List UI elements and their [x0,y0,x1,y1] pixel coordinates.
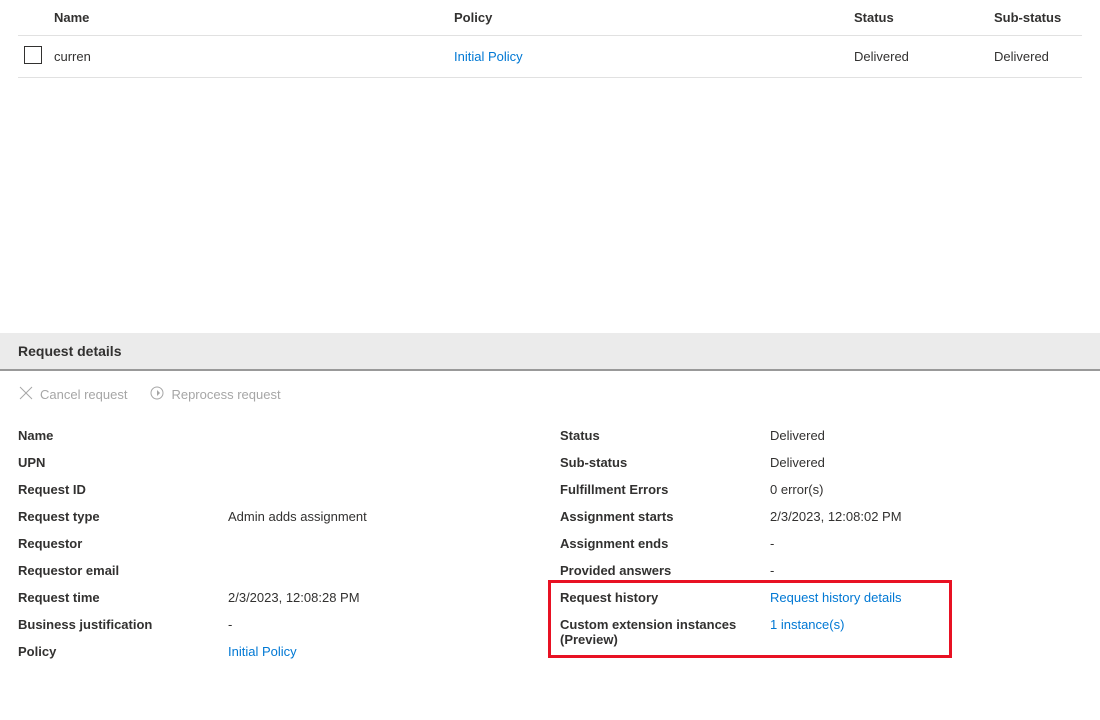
spacer [0,78,1100,333]
close-icon [18,385,34,404]
status-value: Delivered [770,428,1082,443]
request-time-label: Request time [18,590,228,605]
request-history-label: Request history [560,590,770,605]
substatus-label: Sub-status [560,455,770,470]
cancel-request-label: Cancel request [40,387,127,402]
assignment-starts-value: 2/3/2023, 12:08:02 PM [770,509,1082,524]
request-type-value: Admin adds assignment [228,509,540,524]
requestor-email-label: Requestor email [18,563,228,578]
reprocess-request-button: Reprocess request [149,385,280,404]
policy-label: Policy [18,644,228,659]
header-policy[interactable]: Policy [454,0,854,36]
custom-extension-label: Custom extension instances (Preview) [560,617,770,647]
cancel-request-button: Cancel request [18,385,127,404]
assignment-ends-value: - [770,536,1082,551]
fulfillment-errors-value: 0 error(s) [770,482,1082,497]
status-label: Status [560,428,770,443]
custom-extension-link[interactable]: 1 instance(s) [770,617,844,632]
row-name: curren [54,36,454,78]
table-row[interactable]: curren Initial Policy Delivered Delivere… [18,36,1082,78]
reprocess-request-label: Reprocess request [171,387,280,402]
row-policy-link[interactable]: Initial Policy [454,49,523,64]
request-id-value [228,482,540,497]
upn-label: UPN [18,455,228,470]
name-value [228,428,540,443]
requestor-value [228,536,540,551]
provided-answers-value: - [770,563,1082,578]
header-substatus[interactable]: Sub-status [994,0,1082,36]
header-status[interactable]: Status [854,0,994,36]
business-justification-value: - [228,617,540,632]
policy-link[interactable]: Initial Policy [228,644,297,659]
request-id-label: Request ID [18,482,228,497]
requestor-label: Requestor [18,536,228,551]
requests-table: Name Policy Status Sub-status curren Ini… [0,0,1100,78]
fulfillment-errors-label: Fulfillment Errors [560,482,770,497]
upn-value [228,455,540,470]
assignment-ends-label: Assignment ends [560,536,770,551]
reprocess-icon [149,385,165,404]
detail-left-column: Name UPN Request ID Request type Admin a… [18,422,540,665]
business-justification-label: Business justification [18,617,228,632]
name-label: Name [18,428,228,443]
header-name[interactable]: Name [54,0,454,36]
row-substatus: Delivered [994,36,1082,78]
requestor-email-value [228,563,540,578]
provided-answers-label: Provided answers [560,563,770,578]
request-type-label: Request type [18,509,228,524]
row-checkbox[interactable] [24,46,42,64]
detail-right-column: Status Delivered Sub-status Delivered Fu… [560,422,1082,665]
table-header-row: Name Policy Status Sub-status [18,0,1082,36]
request-time-value: 2/3/2023, 12:08:28 PM [228,590,540,605]
assignment-starts-label: Assignment starts [560,509,770,524]
row-status: Delivered [854,36,994,78]
action-bar: Cancel request Reprocess request [0,371,1100,422]
request-history-link[interactable]: Request history details [770,590,902,605]
substatus-value: Delivered [770,455,1082,470]
detail-body: Name UPN Request ID Request type Admin a… [0,422,1100,665]
detail-header: Request details [0,333,1100,371]
